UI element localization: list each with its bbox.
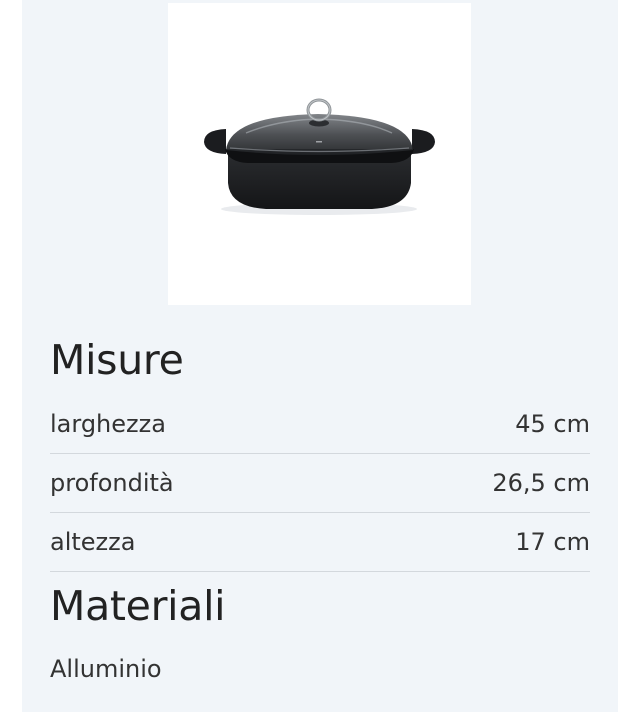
spec-value: 45 cm	[515, 410, 590, 438]
spec-value: 17 cm	[515, 528, 590, 556]
section-title-misure: Misure	[50, 336, 184, 384]
spec-value: 26,5 cm	[492, 469, 590, 497]
spec-label: profondità	[50, 469, 174, 497]
material-value: Alluminio	[50, 655, 162, 683]
spec-row-profondita: profondità 26,5 cm	[50, 455, 590, 513]
spec-label: larghezza	[50, 410, 166, 438]
casserole-icon	[204, 98, 435, 215]
spec-row-altezza: altezza 17 cm	[50, 514, 590, 572]
spec-row-larghezza: larghezza 45 cm	[50, 396, 590, 454]
spec-label: altezza	[50, 528, 136, 556]
section-title-materiali: Materiali	[50, 582, 226, 630]
product-image[interactable]	[168, 3, 471, 305]
